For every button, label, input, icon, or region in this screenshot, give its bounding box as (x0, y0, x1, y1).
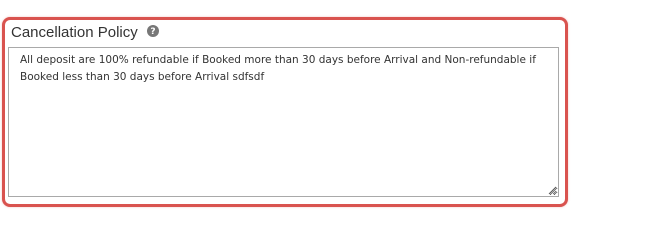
svg-text:?: ? (150, 27, 155, 37)
cancellation-policy-text: All deposit are 100% refundable if Booke… (20, 54, 536, 83)
question-circle-icon[interactable]: ? (146, 24, 159, 37)
cancellation-policy-field: Cancellation Policy ? All deposit are 10… (2, 17, 568, 207)
resize-grip-icon[interactable] (547, 185, 557, 195)
cancellation-policy-textarea[interactable]: All deposit are 100% refundable if Booke… (8, 47, 559, 197)
cancellation-policy-label-row: Cancellation Policy ? (11, 21, 159, 43)
cancellation-policy-label: Cancellation Policy (11, 23, 138, 41)
